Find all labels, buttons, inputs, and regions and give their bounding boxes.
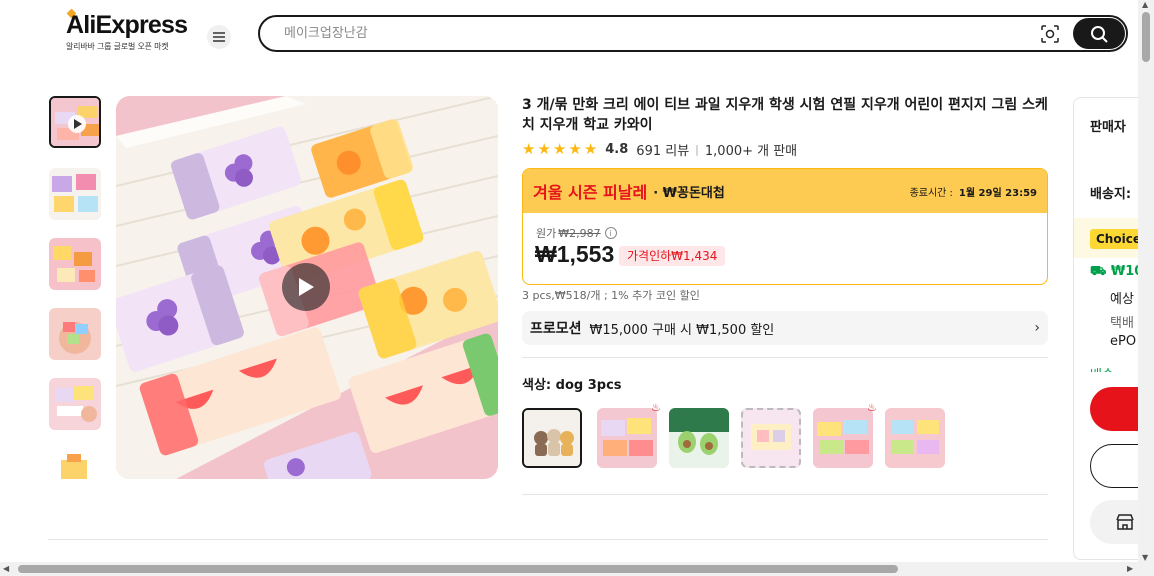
search-icon — [1091, 25, 1108, 43]
shipping-note: 배송 — [1090, 364, 1114, 372]
color-label: 색상: dog 3pcs — [522, 378, 622, 393]
star-icon: ★ — [568, 139, 582, 158]
scroll-up-icon[interactable]: ▲ — [1142, 0, 1148, 9]
search-button[interactable] — [1073, 18, 1125, 49]
aliexpress-logo[interactable]: AliExpress 알리바바 그룹 글로벌 오픈 마켓 — [66, 8, 196, 52]
gallery-thumb-1[interactable] — [49, 96, 101, 148]
search-input[interactable] — [282, 17, 982, 50]
scroll-down-icon[interactable]: ▼ — [1142, 553, 1148, 562]
star-icon: ★ — [522, 139, 536, 158]
sale-name: 겨울 시즌 피날레 — [533, 183, 648, 202]
gallery-thumb-3[interactable] — [49, 238, 101, 290]
gallery-thumb-6[interactable] — [49, 448, 101, 479]
color-option-2[interactable] — [597, 408, 657, 468]
divider — [522, 357, 1048, 358]
unit-price-info: 3 pcs,₩518/개 ; 1% 추가 코인 할인 — [522, 289, 700, 302]
color-option-3[interactable] — [669, 408, 729, 468]
divider — [48, 539, 1048, 540]
delivery-estimate: 예상 — [1110, 292, 1134, 307]
sale-end-label: 종료시간 : — [909, 187, 953, 199]
vertical-scroll-thumb[interactable] — [1142, 12, 1150, 62]
menu-icon[interactable] — [207, 25, 231, 49]
rating-row: ★ ★ ★ ★ ★ 4.8 691 리뷰 | 1,000+ 개 판매 — [522, 139, 798, 159]
horizontal-scroll-thumb[interactable] — [18, 565, 898, 573]
color-option-6[interactable] — [885, 408, 945, 468]
hot-icon: ♨ — [651, 401, 661, 414]
gallery-thumb-4[interactable] — [49, 308, 101, 360]
promotion-text: ₩15,000 구매 시 ₩1,500 할인 — [589, 322, 775, 338]
sale-subtitle: · ₩꽁돈대첩 — [653, 185, 725, 201]
choice-badge: Choice — [1090, 229, 1143, 249]
info-icon[interactable]: i — [604, 227, 617, 239]
carrier-text: 택배 — [1110, 316, 1134, 331]
star-icon: ★ — [537, 139, 551, 158]
product-title: 3 개/묶 만화 크리 에이 티브 과일 지우개 학생 시험 연필 지우개 어린… — [522, 97, 1048, 133]
search-bar — [258, 15, 1128, 52]
play-icon — [299, 278, 314, 296]
rating-stars: ★ ★ ★ ★ ★ — [522, 139, 598, 158]
buy-now-button[interactable] — [1090, 387, 1143, 431]
truck-icon: ⛟ — [1090, 264, 1107, 279]
color-option-5[interactable] — [813, 408, 873, 468]
scroll-right-icon[interactable]: ▶ — [1127, 564, 1133, 573]
store-button[interactable] — [1090, 500, 1143, 544]
horizontal-scrollbar[interactable]: ◀ ▶ — [0, 562, 1154, 576]
scroll-left-icon[interactable]: ◀ — [3, 564, 9, 573]
gallery-thumb-5[interactable] — [49, 378, 101, 430]
original-price-label: 원가 — [536, 227, 557, 240]
promotion-label: 프로모션 — [530, 321, 582, 337]
color-option-dog[interactable] — [522, 408, 582, 468]
star-icon: ★ — [552, 139, 567, 158]
price-box: 겨울 시즌 피날레 · ₩꽁돈대첩 종료시간 : 1월 29일 23:59 원가 … — [522, 168, 1048, 285]
sale-end: 종료시간 : 1월 29일 23:59 — [910, 184, 1037, 199]
hot-icon: ♨ — [867, 401, 877, 414]
original-price-row: 원가 ₩2,987 i — [536, 225, 617, 241]
logo-text: AliExpress — [66, 11, 188, 39]
sale-banner: 겨울 시즌 피날레 · ₩꽁돈대첩 종료시간 : 1월 29일 23:59 — [523, 169, 1047, 213]
color-option-4-unavailable[interactable] — [741, 408, 801, 468]
current-price: ₩1,553 — [535, 241, 615, 267]
divider: | — [695, 142, 699, 156]
promotion-row[interactable]: 프로모션 ₩15,000 구매 시 ₩1,500 할인 › — [522, 311, 1048, 345]
gallery-thumb-2[interactable] — [49, 168, 101, 220]
seller-label: 판매자 — [1090, 120, 1126, 135]
store-icon — [1116, 514, 1134, 530]
review-count[interactable]: 691 리뷰 — [636, 140, 689, 159]
sale-end-time: 1월 29일 23:59 — [958, 187, 1037, 199]
shipping-label: 배송지: — [1090, 187, 1132, 202]
logo-subtitle: 알리바바 그룹 글로벌 오픈 마켓 — [66, 42, 169, 51]
purchase-panel: 판매자 배송지: Choice ⛟ ₩10, 예상 택배 ePO 배송 — [1073, 97, 1143, 560]
rating-value: 4.8 — [605, 141, 629, 157]
add-to-cart-button[interactable] — [1090, 444, 1143, 488]
chevron-right-icon: › — [1034, 320, 1040, 336]
carrier-name: ePO — [1110, 334, 1137, 349]
original-price: ₩2,987 — [558, 226, 601, 240]
star-icon: ★ — [583, 139, 598, 158]
discount-badge: 가격인하₩1,434 — [619, 246, 726, 266]
shipping-price: ⛟ ₩10, — [1090, 264, 1143, 281]
image-search-icon[interactable] — [1040, 24, 1060, 44]
choice-section: Choice — [1074, 218, 1143, 258]
divider — [522, 494, 1048, 495]
play-video-button[interactable] — [282, 263, 330, 311]
sold-count: 1,000+ 개 판매 — [704, 143, 798, 159]
vertical-scrollbar[interactable]: ▲ ▼ — [1138, 0, 1154, 576]
